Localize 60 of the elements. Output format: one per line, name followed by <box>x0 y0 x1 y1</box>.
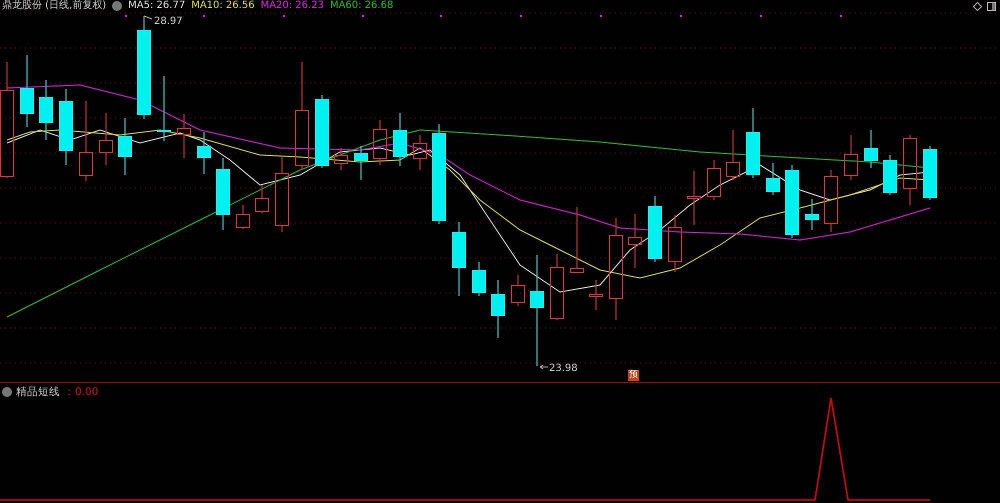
candlestick <box>550 254 564 320</box>
indicator-name: 精品短线 <box>16 385 60 399</box>
candlestick <box>923 146 937 200</box>
candlestick <box>805 198 819 230</box>
low-price-label: 23.98 <box>549 363 578 374</box>
candlestick <box>39 80 53 140</box>
month-marker-icon <box>362 15 364 17</box>
candlestick <box>648 196 662 262</box>
moving-average-value: MA5: 26.77 <box>128 0 186 12</box>
candlestick <box>864 130 878 168</box>
moving-average-value: MA60: 26.68 <box>330 0 394 12</box>
candlestick <box>511 274 525 306</box>
candlestick <box>746 108 760 178</box>
candlestick <box>334 148 348 170</box>
candlestick <box>687 170 701 226</box>
month-marker-icon <box>283 15 285 17</box>
candlestick <box>903 134 917 206</box>
month-marker-icon <box>680 15 682 17</box>
candlestick <box>99 112 113 166</box>
collapse-icon[interactable] <box>2 387 12 397</box>
candlestick <box>668 214 682 272</box>
diamond-icon[interactable] <box>973 2 982 11</box>
candlestick <box>628 214 642 268</box>
candlestick <box>766 162 780 196</box>
indicator-value: ：0.00 <box>64 385 98 399</box>
month-marker-icon <box>520 15 522 17</box>
collapse-icon[interactable] <box>112 1 122 11</box>
month-marker-icon <box>203 15 205 17</box>
candlestick <box>255 184 269 214</box>
candlestick <box>413 134 427 170</box>
candlestick <box>197 132 211 174</box>
candlestick <box>570 206 584 273</box>
high-pointer-icon <box>144 16 152 20</box>
candlestick <box>157 76 171 142</box>
month-marker-icon <box>125 15 127 17</box>
candlestick <box>236 204 250 230</box>
low-pointer-icon <box>540 364 548 370</box>
candlestick <box>824 170 838 232</box>
candlestick <box>393 112 407 166</box>
moving-average-value: MA10: 26.56 <box>191 0 255 12</box>
candlestick <box>491 280 505 338</box>
candlestick <box>354 146 368 180</box>
candlestick <box>118 118 132 176</box>
stock-title: 鼎龙股份 (日线,前复权) <box>2 0 106 12</box>
month-marker-icon <box>760 15 762 17</box>
candlestick <box>726 130 740 180</box>
moving-average-value: MA20: 26.23 <box>260 0 324 12</box>
month-marker-icon <box>840 15 842 17</box>
high-price-label: 28.97 <box>154 16 183 27</box>
candlestick <box>472 262 486 296</box>
window-icon[interactable] <box>987 2 996 11</box>
candlestick <box>589 280 603 310</box>
month-marker-icon <box>440 15 442 17</box>
candlestick <box>707 160 721 200</box>
candlestick <box>373 120 387 166</box>
candlestick <box>177 114 191 158</box>
candlestick <box>844 134 858 180</box>
forecast-marker: 预 <box>628 370 639 381</box>
month-marker-icon <box>600 15 602 17</box>
candlestick <box>883 154 897 196</box>
